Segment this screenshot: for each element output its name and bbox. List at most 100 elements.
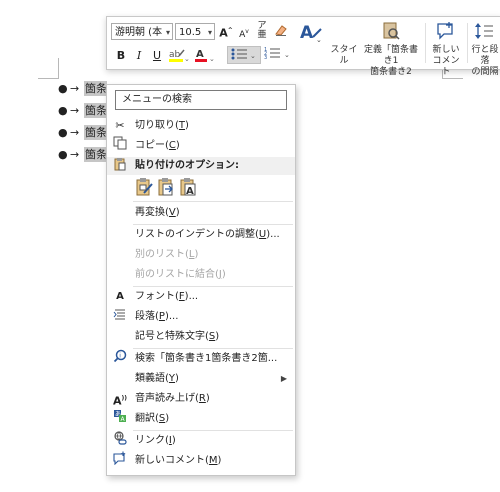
grow-font-icon: A: [219, 26, 228, 40]
copy-label: コピー(: [135, 140, 169, 151]
scissors-icon: ✂: [115, 119, 125, 132]
highlighter-icon: ab ⌄: [169, 49, 190, 63]
toolbar-separator: [467, 23, 468, 63]
page-corner-mark: [38, 58, 59, 79]
phonetic-guide-icon: ア亜: [257, 21, 267, 40]
paragraph-label-tail: )...: [164, 311, 179, 322]
bullet-glyph: ●: [58, 148, 68, 161]
line-spacing-label-line1: 行と段落: [471, 45, 499, 66]
menu-item-translate[interactable]: あA 翻訳(S): [107, 409, 295, 429]
paste-keep-source-formatting-icon[interactable]: [135, 177, 155, 197]
menu-item-symbols[interactable]: 記号と特殊文字(S): [107, 327, 295, 347]
tab-arrow: →: [70, 148, 80, 161]
menu-item-font[interactable]: A フォント(F)...: [107, 287, 295, 307]
list-item[interactable]: ● → 箇条: [58, 124, 107, 140]
font-color-button[interactable]: A ⌄: [193, 47, 215, 67]
list-item-text: 箇条: [84, 147, 107, 162]
chevron-down-icon[interactable]: ▾: [208, 24, 212, 41]
new-comment-label: 新しいコメント(: [135, 455, 209, 466]
new-comment-icon: [437, 22, 453, 40]
list-item[interactable]: ● → 箇条: [58, 80, 107, 96]
bullet-list-icon: ⌄: [231, 48, 256, 60]
numbering-button[interactable]: 1 2 3 ⌄: [263, 46, 293, 64]
bullets-button[interactable]: ⌄: [227, 46, 261, 64]
mini-toolbar: 游明朝 (本 ▾ 10.5 ▾ A^ Av ア亜 A ⌄ スタイル 定義「箇条書き1 …: [106, 16, 500, 77]
phonetic-guide-button[interactable]: ア亜: [255, 22, 269, 40]
menu-item-copy[interactable]: コピー(C): [107, 136, 295, 156]
list-item-text: 箇条: [84, 125, 107, 140]
eraser-icon: [275, 25, 287, 36]
chevron-down-icon[interactable]: ▾: [166, 24, 170, 41]
cut-label: 切り取り(: [135, 120, 179, 131]
indent-label: リストのインデントの調整(: [135, 229, 259, 240]
menu-item-read-aloud[interactable]: A)) 音声読み上げ(R): [107, 389, 295, 409]
lookup-label: 検索「箇条書き1箇条書き2箇...: [135, 353, 278, 364]
tab-arrow: →: [70, 126, 80, 139]
menu-item-reconvert[interactable]: 再変換(V): [107, 203, 295, 223]
clipboard-icon: [111, 157, 129, 178]
new-comment-label-line1: 新しい: [432, 45, 460, 55]
reconvert-label-tail: ): [175, 207, 180, 218]
bold-button[interactable]: B: [115, 49, 127, 63]
styles-button[interactable]: A ⌄: [295, 21, 325, 47]
menu-item-lookup[interactable]: i 検索「箇条書き1箇条書き2箇...: [107, 349, 295, 369]
synonyms-label-tail: ): [175, 373, 179, 384]
new-comment-accesskey: M: [208, 455, 218, 466]
svg-text:⌄: ⌄: [209, 55, 215, 63]
svg-text:A: A: [196, 49, 204, 60]
paste-options-label: 貼り付けのオプション:: [135, 160, 239, 171]
menu-item-link[interactable]: リンク(I): [107, 431, 295, 451]
menu-item-new-comment[interactable]: 新しいコメント(M): [107, 451, 295, 471]
new-comment-button[interactable]: 新しい コメント: [429, 21, 463, 78]
join-list-label: 前のリストに結合(: [135, 269, 219, 280]
menu-item-adjust-list-indent[interactable]: リストのインデントの調整(U)...: [107, 225, 295, 245]
tab-arrow: →: [70, 82, 80, 95]
paste-merge-formatting-icon[interactable]: [157, 177, 177, 197]
shrink-font-button[interactable]: Av: [237, 25, 251, 42]
translate-label: 翻訳(: [135, 413, 159, 424]
styles-label: スタイル: [330, 45, 358, 66]
link-icon: [111, 431, 129, 452]
paragraph-icon: [111, 307, 129, 328]
copy-icon: [111, 136, 129, 157]
italic-button[interactable]: I: [133, 49, 145, 63]
read-aloud-accesskey: R: [198, 393, 206, 404]
font-size-combo[interactable]: 10.5 ▾: [175, 23, 215, 40]
list-item[interactable]: ● → 箇条: [58, 102, 107, 118]
new-comment-label-tail: ): [217, 455, 222, 466]
paste-text-only-icon[interactable]: A: [179, 177, 199, 197]
menu-divider: [133, 201, 293, 202]
search-icon: i: [111, 349, 129, 370]
translate-label-tail: ): [165, 413, 170, 424]
copy-accesskey: C: [168, 140, 176, 151]
highlight-button[interactable]: ab ⌄: [167, 47, 190, 67]
clear-formatting-button[interactable]: [273, 23, 289, 41]
styles-icon: A ⌄: [300, 23, 322, 44]
bullet-glyph: ●: [58, 104, 68, 117]
list-item[interactable]: ● → 箇条: [58, 146, 107, 162]
dictionary-lookup-icon: [383, 22, 400, 40]
svg-text:⌄: ⌄: [250, 52, 256, 60]
font-label-tail: )...: [184, 291, 199, 302]
menu-item-cut[interactable]: ✂ 切り取り(T): [107, 116, 295, 136]
submenu-arrow-icon: ▶: [280, 374, 287, 383]
new-comment-label-line2: コメント: [432, 56, 460, 77]
menu-item-synonyms[interactable]: 類義語(Y) ▶: [107, 369, 295, 389]
copy-label-tail: ): [175, 140, 180, 151]
link-label: リンク(: [135, 435, 169, 446]
cut-label-tail: ): [185, 120, 189, 131]
list-item-text: 箇条: [84, 81, 107, 96]
grow-font-button[interactable]: A^: [219, 24, 233, 41]
underline-button[interactable]: U: [151, 49, 163, 63]
line-spacing-button[interactable]: 行と段落 の間隔: [469, 21, 500, 78]
define-button[interactable]: 定義「箇条書き1 箇条書き2: [361, 21, 421, 78]
menu-item-paragraph[interactable]: 段落(P)...: [107, 307, 295, 327]
reconvert-label: 再変換(: [135, 207, 169, 218]
tab-arrow: →: [70, 104, 80, 117]
menu-search-input[interactable]: メニューの検索: [115, 90, 287, 110]
font-name-combo[interactable]: 游明朝 (本 ▾: [111, 23, 173, 40]
define-label-line1: 定義「箇条書き1: [363, 45, 418, 66]
bullet-glyph: ●: [58, 82, 68, 95]
symbols-label-tail: ): [215, 331, 220, 342]
reconvert-accesskey: V: [168, 207, 176, 218]
